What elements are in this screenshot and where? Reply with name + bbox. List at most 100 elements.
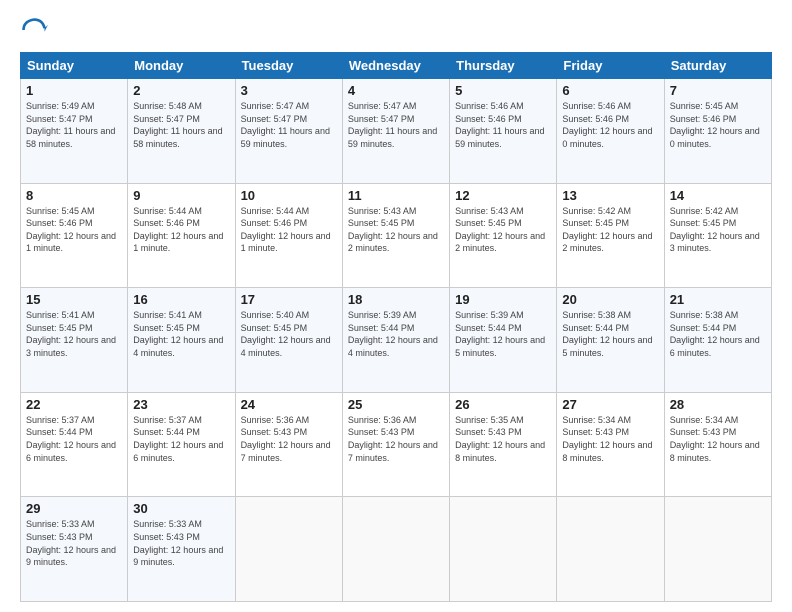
day-number: 19	[455, 292, 551, 307]
day-info: Sunrise: 5:42 AMSunset: 5:45 PMDaylight:…	[562, 206, 652, 254]
day-number: 10	[241, 188, 337, 203]
day-info: Sunrise: 5:38 AMSunset: 5:44 PMDaylight:…	[670, 310, 760, 358]
day-info: Sunrise: 5:43 AMSunset: 5:45 PMDaylight:…	[348, 206, 438, 254]
day-info: Sunrise: 5:39 AMSunset: 5:44 PMDaylight:…	[455, 310, 545, 358]
calendar-cell: 1Sunrise: 5:49 AMSunset: 5:47 PMDaylight…	[21, 79, 128, 184]
day-number: 8	[26, 188, 122, 203]
calendar-cell: 9 Sunrise: 5:44 AMSunset: 5:46 PMDaylight…	[128, 183, 235, 288]
day-number: 11	[348, 188, 444, 203]
day-number: 13	[562, 188, 658, 203]
calendar-cell: 22 Sunrise: 5:37 AMSunset: 5:44 PMDayligh…	[21, 392, 128, 497]
day-number: 17	[241, 292, 337, 307]
calendar-cell: 7 Sunrise: 5:45 AMSunset: 5:46 PMDaylight…	[664, 79, 771, 184]
calendar-cell	[557, 497, 664, 602]
calendar-cell: 21 Sunrise: 5:38 AMSunset: 5:44 PMDayligh…	[664, 288, 771, 393]
calendar-cell: 10 Sunrise: 5:44 AMSunset: 5:46 PMDayligh…	[235, 183, 342, 288]
day-info: Sunrise: 5:44 AMSunset: 5:46 PMDaylight:…	[133, 206, 223, 254]
weekday-header-wednesday: Wednesday	[342, 53, 449, 79]
calendar-cell: 18 Sunrise: 5:39 AMSunset: 5:44 PMDayligh…	[342, 288, 449, 393]
header	[20, 16, 772, 44]
calendar-cell: 2 Sunrise: 5:48 AMSunset: 5:47 PMDaylight…	[128, 79, 235, 184]
calendar-week-5: 29 Sunrise: 5:33 AMSunset: 5:43 PMDayligh…	[21, 497, 772, 602]
day-number: 18	[348, 292, 444, 307]
day-number: 16	[133, 292, 229, 307]
calendar-cell: 23 Sunrise: 5:37 AMSunset: 5:44 PMDayligh…	[128, 392, 235, 497]
day-info: Sunrise: 5:36 AMSunset: 5:43 PMDaylight:…	[241, 415, 331, 463]
calendar-cell: 17Sunrise: 5:40 AMSunset: 5:45 PMDayligh…	[235, 288, 342, 393]
day-info: Sunrise: 5:47 AMSunset: 5:47 PMDaylight:…	[241, 101, 330, 149]
calendar-cell	[664, 497, 771, 602]
day-number: 21	[670, 292, 766, 307]
day-info: Sunrise: 5:37 AMSunset: 5:44 PMDaylight:…	[26, 415, 116, 463]
calendar-table: SundayMondayTuesdayWednesdayThursdayFrid…	[20, 52, 772, 602]
day-number: 29	[26, 501, 122, 516]
day-info: Sunrise: 5:45 AMSunset: 5:46 PMDaylight:…	[670, 101, 760, 149]
calendar-cell: 19 Sunrise: 5:39 AMSunset: 5:44 PMDayligh…	[450, 288, 557, 393]
weekday-header-thursday: Thursday	[450, 53, 557, 79]
day-number: 7	[670, 83, 766, 98]
calendar-cell: 15Sunrise: 5:41 AMSunset: 5:45 PMDayligh…	[21, 288, 128, 393]
day-info: Sunrise: 5:33 AMSunset: 5:43 PMDaylight:…	[26, 519, 116, 567]
calendar-cell: 16 Sunrise: 5:41 AMSunset: 5:45 PMDayligh…	[128, 288, 235, 393]
logo-icon	[20, 16, 48, 44]
day-number: 15	[26, 292, 122, 307]
day-number: 23	[133, 397, 229, 412]
day-number: 9	[133, 188, 229, 203]
calendar-cell: 29 Sunrise: 5:33 AMSunset: 5:43 PMDayligh…	[21, 497, 128, 602]
day-number: 14	[670, 188, 766, 203]
calendar-cell: 13 Sunrise: 5:42 AMSunset: 5:45 PMDayligh…	[557, 183, 664, 288]
calendar-cell: 30 Sunrise: 5:33 AMSunset: 5:43 PMDayligh…	[128, 497, 235, 602]
day-number: 26	[455, 397, 551, 412]
day-number: 27	[562, 397, 658, 412]
calendar-cell: 14Sunrise: 5:42 AMSunset: 5:45 PMDayligh…	[664, 183, 771, 288]
day-number: 28	[670, 397, 766, 412]
calendar-cell	[342, 497, 449, 602]
day-info: Sunrise: 5:46 AMSunset: 5:46 PMDaylight:…	[455, 101, 544, 149]
weekday-header-friday: Friday	[557, 53, 664, 79]
day-info: Sunrise: 5:39 AMSunset: 5:44 PMDaylight:…	[348, 310, 438, 358]
day-info: Sunrise: 5:43 AMSunset: 5:45 PMDaylight:…	[455, 206, 545, 254]
day-info: Sunrise: 5:37 AMSunset: 5:44 PMDaylight:…	[133, 415, 223, 463]
day-info: Sunrise: 5:36 AMSunset: 5:43 PMDaylight:…	[348, 415, 438, 463]
weekday-header-tuesday: Tuesday	[235, 53, 342, 79]
day-number: 25	[348, 397, 444, 412]
calendar-cell	[235, 497, 342, 602]
logo	[20, 16, 52, 44]
day-number: 30	[133, 501, 229, 516]
calendar-cell: 12Sunrise: 5:43 AMSunset: 5:45 PMDayligh…	[450, 183, 557, 288]
day-number: 22	[26, 397, 122, 412]
day-info: Sunrise: 5:47 AMSunset: 5:47 PMDaylight:…	[348, 101, 437, 149]
calendar-cell: 20Sunrise: 5:38 AMSunset: 5:44 PMDayligh…	[557, 288, 664, 393]
calendar-week-2: 8 Sunrise: 5:45 AMSunset: 5:46 PMDaylight…	[21, 183, 772, 288]
day-info: Sunrise: 5:45 AMSunset: 5:46 PMDaylight:…	[26, 206, 116, 254]
calendar-cell: 4 Sunrise: 5:47 AMSunset: 5:47 PMDaylight…	[342, 79, 449, 184]
page: SundayMondayTuesdayWednesdayThursdayFrid…	[0, 0, 792, 612]
day-info: Sunrise: 5:33 AMSunset: 5:43 PMDaylight:…	[133, 519, 223, 567]
calendar-cell: 3 Sunrise: 5:47 AMSunset: 5:47 PMDaylight…	[235, 79, 342, 184]
day-info: Sunrise: 5:48 AMSunset: 5:47 PMDaylight:…	[133, 101, 222, 149]
day-number: 2	[133, 83, 229, 98]
calendar-cell: 26 Sunrise: 5:35 AMSunset: 5:43 PMDayligh…	[450, 392, 557, 497]
calendar-cell: 24 Sunrise: 5:36 AMSunset: 5:43 PMDayligh…	[235, 392, 342, 497]
weekday-header-row: SundayMondayTuesdayWednesdayThursdayFrid…	[21, 53, 772, 79]
day-info: Sunrise: 5:38 AMSunset: 5:44 PMDaylight:…	[562, 310, 652, 358]
day-info: Sunrise: 5:34 AMSunset: 5:43 PMDaylight:…	[670, 415, 760, 463]
calendar-cell: 25 Sunrise: 5:36 AMSunset: 5:43 PMDayligh…	[342, 392, 449, 497]
calendar-cell: 11 Sunrise: 5:43 AMSunset: 5:45 PMDayligh…	[342, 183, 449, 288]
day-number: 3	[241, 83, 337, 98]
day-number: 5	[455, 83, 551, 98]
day-info: Sunrise: 5:34 AMSunset: 5:43 PMDaylight:…	[562, 415, 652, 463]
calendar-body: 1Sunrise: 5:49 AMSunset: 5:47 PMDaylight…	[21, 79, 772, 602]
calendar-cell: 6Sunrise: 5:46 AMSunset: 5:46 PMDaylight…	[557, 79, 664, 184]
day-info: Sunrise: 5:41 AMSunset: 5:45 PMDaylight:…	[133, 310, 223, 358]
day-info: Sunrise: 5:49 AMSunset: 5:47 PMDaylight:…	[26, 101, 115, 149]
calendar-cell: 8 Sunrise: 5:45 AMSunset: 5:46 PMDaylight…	[21, 183, 128, 288]
calendar-cell	[450, 497, 557, 602]
calendar-week-1: 1Sunrise: 5:49 AMSunset: 5:47 PMDaylight…	[21, 79, 772, 184]
day-number: 4	[348, 83, 444, 98]
day-info: Sunrise: 5:46 AMSunset: 5:46 PMDaylight:…	[562, 101, 652, 149]
day-info: Sunrise: 5:35 AMSunset: 5:43 PMDaylight:…	[455, 415, 545, 463]
calendar-week-4: 22 Sunrise: 5:37 AMSunset: 5:44 PMDayligh…	[21, 392, 772, 497]
day-number: 24	[241, 397, 337, 412]
day-info: Sunrise: 5:44 AMSunset: 5:46 PMDaylight:…	[241, 206, 331, 254]
